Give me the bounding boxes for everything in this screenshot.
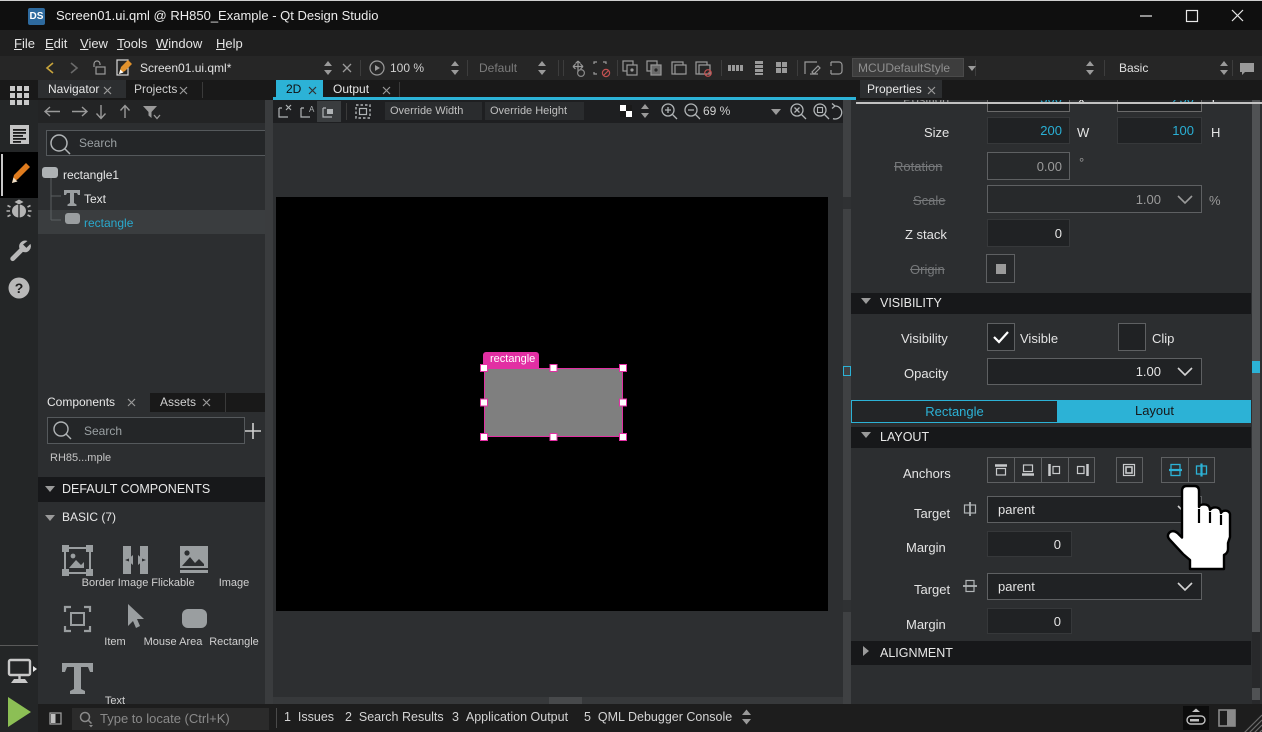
svg-text:?: ? bbox=[15, 280, 24, 296]
svg-text:A: A bbox=[309, 105, 315, 114]
